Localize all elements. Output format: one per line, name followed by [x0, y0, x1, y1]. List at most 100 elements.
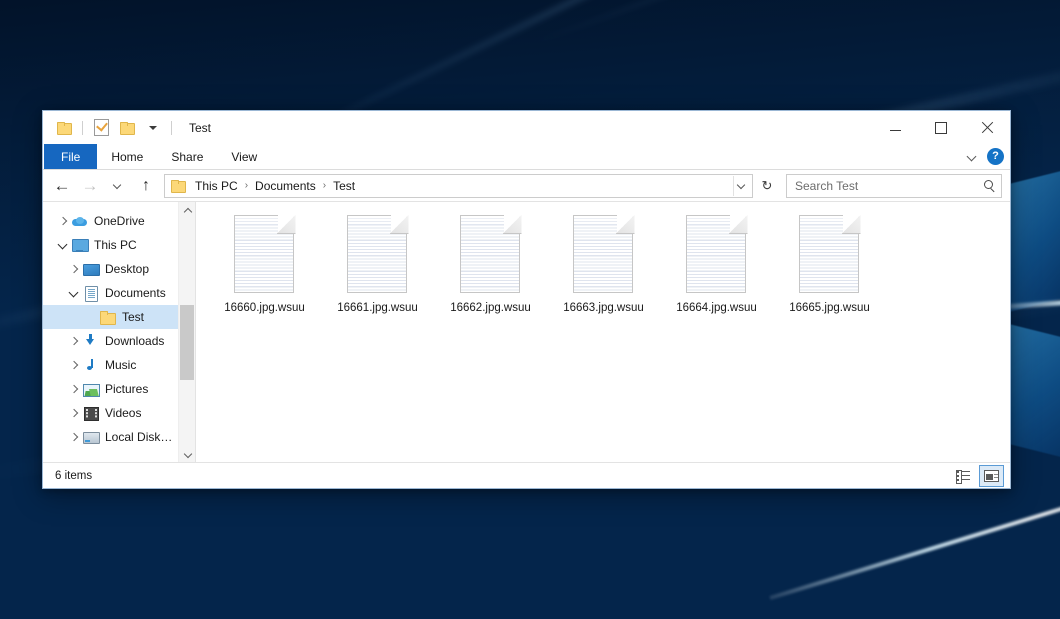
file-item[interactable]: 16665.jpg.wsuu [773, 211, 886, 339]
file-name-label: 16660.jpg.wsuu [224, 302, 305, 316]
tab-share[interactable]: Share [157, 144, 217, 169]
details-view-button[interactable] [951, 465, 976, 487]
ribbon-right-controls: ? [968, 144, 1004, 169]
expand-ribbon-button chevron-down-icon[interactable] [968, 152, 977, 161]
tab-view[interactable]: View [217, 144, 271, 169]
quick-access-folder-button[interactable] [54, 118, 74, 138]
navigation-pane-scrollbar[interactable] [178, 202, 195, 462]
expander-toggle[interactable] [65, 353, 82, 377]
expander-toggle[interactable] [65, 329, 82, 353]
scrollbar-thumb[interactable] [180, 305, 194, 380]
search-box[interactable]: Search Test [786, 174, 1002, 198]
file-item[interactable]: 16661.jpg.wsuu [321, 211, 434, 339]
back-arrow-icon: ← [54, 177, 71, 194]
back-button[interactable]: ← [49, 174, 75, 198]
file-item[interactable]: 16662.jpg.wsuu [434, 211, 547, 339]
file-name-label: 16663.jpg.wsuu [563, 302, 644, 316]
file-name-label: 16665.jpg.wsuu [789, 302, 870, 316]
breadcrumb-this-pc[interactable]: This PC [191, 177, 242, 195]
documents-icon [82, 285, 99, 301]
folder-icon [99, 309, 116, 325]
music-icon [82, 357, 99, 373]
file-name-label: 16664.jpg.wsuu [676, 302, 757, 316]
expander-toggle[interactable] [65, 425, 82, 449]
search-icon [983, 179, 997, 193]
up-button[interactable]: ↑ [133, 174, 159, 198]
quick-access-customize-button[interactable] [143, 118, 163, 138]
breadcrumb-test[interactable]: Test [329, 177, 359, 195]
breadcrumb-documents[interactable]: Documents [251, 177, 320, 195]
desktop-icon [82, 261, 99, 277]
disk-icon [82, 429, 99, 445]
downloads-icon [82, 333, 99, 349]
forward-button[interactable]: → [77, 174, 103, 198]
quick-access-new-folder-button[interactable] [117, 118, 137, 138]
scroll-up-button[interactable] [179, 202, 195, 218]
folder-icon [57, 122, 71, 134]
expander-placeholder [82, 305, 99, 329]
sidebar-item-videos[interactable]: Videos [43, 401, 178, 425]
expander-toggle[interactable] [65, 401, 82, 425]
toolbar-divider [82, 121, 83, 135]
window-title: Test [189, 121, 211, 135]
sidebar-item-label: Pictures [105, 382, 148, 396]
close-button[interactable] [964, 111, 1010, 144]
sidebar-item-onedrive[interactable]: OneDrive [43, 209, 178, 233]
ribbon-tab-bar: File Home Share View ? [43, 144, 1010, 170]
generic-document-icon [799, 215, 861, 295]
file-item[interactable]: 16660.jpg.wsuu [208, 211, 321, 339]
videos-icon [82, 405, 99, 421]
close-icon [981, 122, 993, 134]
status-bar: 6 items [43, 462, 1010, 488]
expander-toggle[interactable] [54, 233, 71, 257]
generic-document-icon [234, 215, 296, 295]
sidebar-item-local-disk-c[interactable]: Local Disk (C:) [43, 425, 178, 449]
breadcrumb-bar[interactable]: This PC › Documents › Test [164, 174, 753, 198]
expander-toggle[interactable] [65, 281, 82, 305]
file-list-pane[interactable]: 16660.jpg.wsuu 16661.jpg.wsuu [196, 202, 1010, 462]
expander-toggle[interactable] [65, 257, 82, 281]
help-button[interactable]: ? [987, 148, 1004, 165]
sidebar-item-test[interactable]: Test [43, 305, 178, 329]
sidebar-item-downloads[interactable]: Downloads [43, 329, 178, 353]
large-icons-view-button[interactable] [979, 465, 1004, 487]
sidebar-item-label: Desktop [105, 262, 149, 276]
recent-locations-button[interactable] [105, 174, 131, 198]
breadcrumb-separator-2[interactable]: › [320, 180, 329, 191]
explorer-body: OneDrive This PC Desktop [43, 201, 1010, 462]
forward-arrow-icon: → [82, 177, 99, 194]
generic-document-icon [573, 215, 635, 295]
sidebar-item-music[interactable]: Music [43, 353, 178, 377]
item-count-label: 6 items [55, 470, 92, 482]
sidebar-item-documents[interactable]: Documents [43, 281, 178, 305]
breadcrumb-separator[interactable]: › [242, 180, 251, 191]
address-bar: ← → ↑ This PC › Documents › Test [43, 170, 1010, 201]
desktop: Test File Home Share View ? [0, 0, 1060, 619]
maximize-button[interactable] [918, 111, 964, 144]
sidebar-item-this-pc[interactable]: This PC [43, 233, 178, 257]
generic-document-icon [347, 215, 409, 295]
windows-logo-pane-bl [1003, 323, 1060, 458]
search-input[interactable]: Search Test [795, 179, 983, 193]
quick-access-properties-button[interactable] [91, 118, 111, 138]
file-item[interactable]: 16664.jpg.wsuu [660, 211, 773, 339]
file-item[interactable]: 16663.jpg.wsuu [547, 211, 660, 339]
refresh-button[interactable]: ↻ [755, 174, 779, 198]
view-buttons [951, 465, 1004, 487]
sidebar-item-label: Documents [105, 286, 166, 300]
expander-toggle[interactable] [54, 209, 71, 233]
sidebar-item-pictures[interactable]: Pictures [43, 377, 178, 401]
scroll-down-button[interactable] [179, 446, 195, 462]
scroll-down-icon [184, 451, 191, 458]
this-pc-icon [71, 237, 88, 253]
sidebar-item-label: This PC [94, 238, 137, 252]
tab-home[interactable]: Home [97, 144, 157, 169]
minimize-button[interactable] [872, 111, 918, 144]
sidebar-item-label: Videos [105, 406, 141, 420]
sidebar-item-desktop[interactable]: Desktop [43, 257, 178, 281]
address-dropdown-button[interactable] [733, 176, 750, 196]
scrollbar-track[interactable] [179, 218, 195, 446]
folder-icon [171, 180, 185, 192]
tab-file[interactable]: File [44, 144, 97, 169]
expander-toggle[interactable] [65, 377, 82, 401]
